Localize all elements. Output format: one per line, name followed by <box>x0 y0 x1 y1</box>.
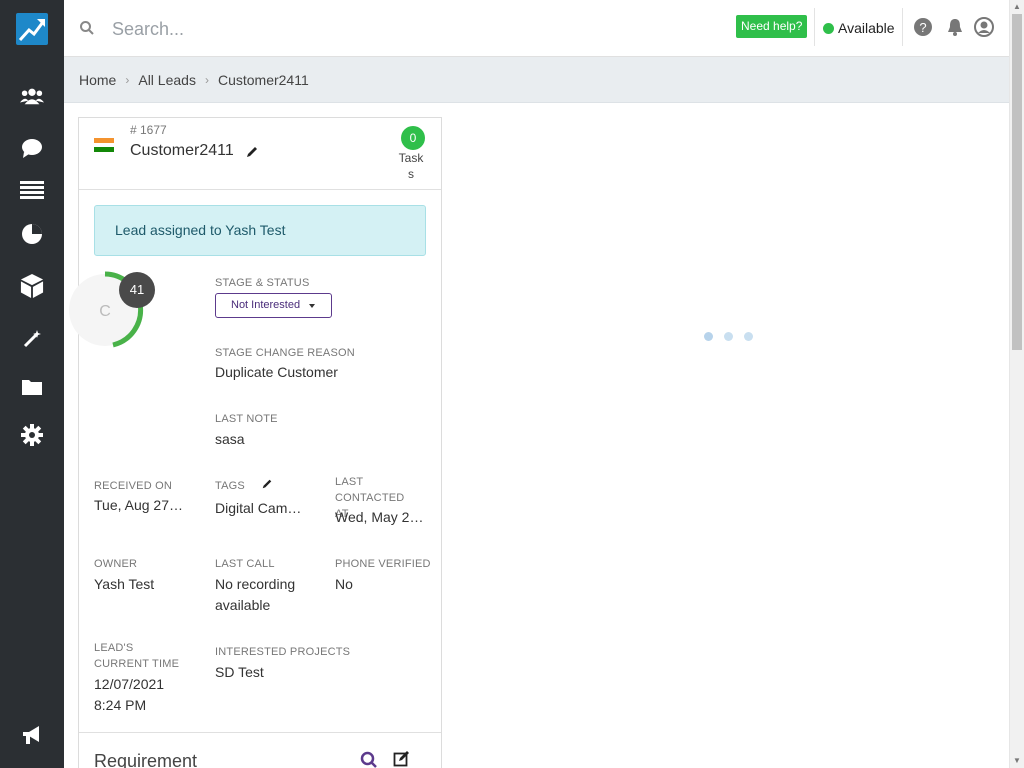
search-icon <box>80 21 94 35</box>
avatar-initial: C <box>99 303 111 320</box>
stage-status-dropdown[interactable]: Not Interested <box>215 293 332 318</box>
users-icon[interactable] <box>20 84 44 108</box>
last-note-value: sasa <box>215 431 245 447</box>
received-on-value: Tue, Aug 27, 2019 <box>94 497 184 513</box>
last-note-label: LAST NOTE <box>215 413 278 425</box>
chevron-right-icon: › <box>125 72 130 87</box>
chevron-right-icon: › <box>204 72 209 87</box>
gear-icon[interactable] <box>20 423 44 447</box>
interested-projects-value: SD Test <box>215 664 264 680</box>
stage-change-reason-value: Duplicate Customer <box>215 364 338 380</box>
need-help-button[interactable]: Need help? <box>736 15 808 38</box>
breadcrumb: Home › All Leads › Customer2411 <box>64 57 1010 103</box>
app-logo[interactable] <box>16 13 48 45</box>
requirement-title: Requirement <box>94 751 198 768</box>
loading-dot <box>744 332 753 341</box>
current-time-value: 12/07/2021 8:24 PM <box>94 676 165 713</box>
trend-up-icon <box>18 19 45 42</box>
pie-chart-icon[interactable] <box>20 222 44 246</box>
help-icon[interactable]: ? <box>913 17 933 37</box>
user-avatar-icon[interactable] <box>974 17 994 37</box>
availability-status[interactable]: Available <box>823 20 895 36</box>
box-icon[interactable] <box>20 274 44 298</box>
search-input[interactable] <box>112 14 432 44</box>
divider <box>902 8 903 46</box>
svg-text:?: ? <box>919 20 926 35</box>
list-icon[interactable] <box>20 178 44 202</box>
caret-down-icon <box>309 304 315 308</box>
edit-requirement-icon[interactable] <box>393 750 411 768</box>
lead-header: # 1677 Customer2411 0 Task s <box>79 118 441 190</box>
edit-tags-icon[interactable] <box>261 478 273 490</box>
top-bar: Need help? Available ? <box>64 0 1010 57</box>
page-scrollbar[interactable]: ▲ ▼ <box>1009 0 1024 768</box>
breadcrumb-current: Customer2411 <box>217 71 309 88</box>
megaphone-icon[interactable] <box>20 723 44 747</box>
chat-icon[interactable] <box>20 136 44 160</box>
stage-status-value: Not Interested <box>231 299 301 311</box>
india-flag-icon <box>94 138 114 152</box>
availability-label: Available <box>838 20 895 36</box>
sidebar <box>0 0 64 768</box>
lead-id: # 1677 <box>130 123 167 137</box>
lead-details-card: # 1677 Customer2411 0 Task s Lead assign… <box>69 117 442 768</box>
phone-verified-label: PHONE VERIFIED <box>335 558 431 570</box>
divider <box>814 8 815 46</box>
received-on-label: RECEIVED ON <box>94 480 172 492</box>
lead-name: Customer2411 <box>130 142 234 159</box>
bell-icon[interactable] <box>945 17 965 37</box>
breadcrumb-all-leads[interactable]: All Leads <box>138 72 196 88</box>
stage-change-reason-label: STAGE CHANGE REASON <box>215 347 355 359</box>
magic-wand-icon[interactable] <box>20 327 44 351</box>
current-time-label: LEAD'S CURRENT TIME <box>94 642 180 670</box>
last-call-label: LAST CALL <box>215 558 275 570</box>
search-requirement-icon[interactable] <box>360 751 378 768</box>
interested-projects-label: INTERESTED PROJECTS <box>215 646 351 658</box>
stage-status-label: STAGE & STATUS <box>215 277 310 289</box>
owner-label: OWNER <box>94 558 138 570</box>
lead-score-badge: 41 <box>119 272 155 308</box>
tags-label: TAGS <box>215 480 245 492</box>
last-contacted-value: Wed, May 26, 2021 <box>335 509 427 525</box>
scroll-down-icon[interactable]: ▼ <box>1013 756 1021 765</box>
assignment-alert: Lead assigned to Yash Test <box>94 205 426 256</box>
folder-icon[interactable] <box>20 375 44 399</box>
loading-dot <box>704 332 713 341</box>
tasks-label[interactable]: Task s <box>395 150 427 182</box>
loading-dot <box>724 332 733 341</box>
scroll-thumb[interactable] <box>1012 14 1022 350</box>
tasks-count-badge[interactable]: 0 <box>401 126 425 150</box>
last-call-value: No recording available <box>215 576 296 613</box>
owner-value: Yash Test <box>94 576 155 592</box>
status-dot-icon <box>823 22 834 34</box>
divider <box>79 732 441 733</box>
tags-value: Digital Campaign <box>215 500 307 516</box>
loading-indicator <box>704 332 753 341</box>
phone-verified-value: No <box>335 576 353 592</box>
breadcrumb-home[interactable]: Home <box>79 72 116 88</box>
scroll-up-icon[interactable]: ▲ <box>1013 2 1021 11</box>
edit-name-icon[interactable] <box>245 145 259 159</box>
